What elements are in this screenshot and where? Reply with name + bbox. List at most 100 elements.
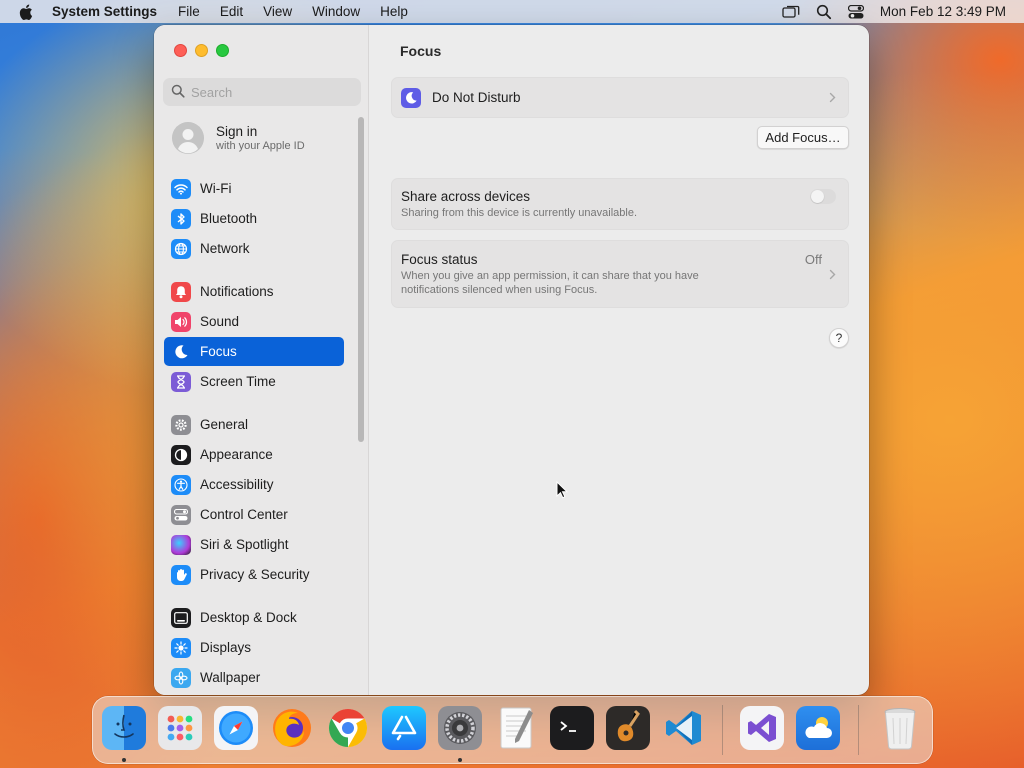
sidebar-item-label: Screen Time (200, 374, 276, 389)
appearance-icon (171, 444, 191, 465)
menu-view[interactable]: View (263, 4, 292, 19)
sidebar-item-label: Desktop & Dock (200, 610, 297, 625)
focus-status-value: Off (804, 252, 822, 267)
focus-status-subtitle-line2: notifications silenced when using Focus. (401, 284, 598, 296)
sidebar-item-label: Bluetooth (200, 211, 258, 226)
moon-icon (171, 342, 191, 362)
sidebar-item-label: General (200, 417, 249, 432)
app-store-icon[interactable] (382, 706, 426, 750)
control-center-icon (171, 504, 191, 525)
page-title: Focus (400, 43, 442, 59)
sidebar-item-accessibility[interactable]: Accessibility (164, 470, 344, 499)
close-window-button[interactable] (174, 44, 187, 57)
sidebar-item-sound[interactable]: Sound (164, 307, 344, 336)
sidebar-item-bluetooth[interactable]: Bluetooth (164, 204, 344, 233)
share-subtitle: Sharing from this device is currently un… (401, 207, 638, 219)
sidebar-item-wallpaper[interactable]: Wallpaper (164, 663, 344, 692)
apple-menu-icon[interactable] (19, 4, 35, 20)
spotlight-search-icon[interactable] (816, 4, 832, 20)
sidebar-item-label: Privacy & Security (200, 567, 310, 582)
launchpad-icon[interactable] (158, 706, 202, 750)
mouse-cursor-icon (556, 480, 569, 504)
moon-icon (401, 87, 421, 108)
sidebar-scrollbar[interactable] (358, 117, 364, 442)
signin-subtitle: with your Apple ID (216, 140, 305, 152)
vscode-icon[interactable] (662, 706, 706, 750)
running-indicator (122, 758, 126, 762)
share-across-devices-row: Share across devices Sharing from this d… (391, 178, 849, 230)
finder-icon[interactable] (102, 706, 146, 750)
sidebar-search[interactable] (163, 78, 361, 106)
do-not-disturb-row[interactable]: Do Not Disturb (391, 77, 849, 118)
dock-icon (171, 607, 191, 628)
sidebar-item-notifications[interactable]: Notifications (164, 277, 344, 306)
sidebar-item-label: Notifications (200, 284, 274, 299)
globe-icon (171, 238, 191, 259)
sidebar-item-siri-spotlight[interactable]: Siri & Spotlight (164, 530, 344, 559)
add-focus-button[interactable]: Add Focus… (757, 126, 849, 149)
system-settings-window: Sign in with your Apple ID Wi-Fi Bluetoo… (154, 25, 869, 695)
sidebar-item-label: Wi-Fi (200, 181, 232, 196)
firefox-icon[interactable] (270, 706, 314, 750)
visual-studio-icon[interactable] (740, 706, 784, 750)
textedit-icon[interactable] (494, 706, 538, 750)
safari-icon[interactable] (214, 706, 258, 750)
menu-file[interactable]: File (178, 4, 200, 19)
sidebar-item-label: Displays (200, 640, 252, 655)
flower-icon (171, 667, 191, 688)
gear-icon (171, 414, 191, 435)
screen-mirroring-icon[interactable] (782, 5, 800, 19)
help-button[interactable]: ? (829, 328, 849, 348)
siri-icon (171, 534, 191, 555)
focus-status-row[interactable]: Focus status When you give an app permis… (391, 240, 849, 308)
share-title: Share across devices (401, 189, 531, 204)
sidebar-item-control-center[interactable]: Control Center (164, 500, 344, 529)
apple-id-signin[interactable]: Sign in with your Apple ID (172, 122, 305, 154)
control-center-menubar-icon[interactable] (847, 4, 864, 19)
do-not-disturb-label: Do Not Disturb (432, 90, 521, 105)
chevron-right-icon (829, 267, 836, 283)
menu-edit[interactable]: Edit (220, 4, 243, 19)
search-input[interactable] (191, 84, 351, 100)
sidebar-item-network[interactable]: Network (164, 234, 344, 263)
signin-title: Sign in (216, 124, 258, 139)
sidebar-item-privacy-security[interactable]: Privacy & Security (164, 560, 344, 589)
focus-settings-pane: Focus Do Not Disturb Add Focus… Share ac… (370, 25, 869, 695)
sidebar-item-displays[interactable]: Displays (164, 633, 344, 662)
zoom-window-button[interactable] (216, 44, 229, 57)
minimize-window-button[interactable] (195, 44, 208, 57)
menubar-clock[interactable]: Mon Feb 12 3:49 PM (880, 4, 1006, 19)
dock-separator (722, 705, 723, 755)
sidebar-item-label: Wallpaper (200, 670, 261, 685)
sidebar-item-general[interactable]: General (164, 410, 344, 439)
sidebar-item-label: Sound (200, 314, 240, 329)
sidebar-item-label: Network (200, 241, 250, 256)
sidebar-item-screen-time[interactable]: Screen Time (164, 367, 344, 396)
garageband-icon[interactable] (606, 706, 650, 750)
chrome-icon[interactable] (326, 706, 370, 750)
hand-icon (171, 564, 191, 585)
hourglass-icon (171, 371, 191, 392)
sidebar-item-appearance[interactable]: Appearance (164, 440, 344, 469)
bluetooth-icon (171, 208, 191, 229)
menu-window[interactable]: Window (312, 4, 360, 19)
sidebar-item-wifi[interactable]: Wi-Fi (164, 174, 344, 203)
running-indicator (458, 758, 462, 762)
sidebar-item-label: Siri & Spotlight (200, 537, 289, 552)
focus-status-subtitle: When you give an app permission, it can … (401, 269, 848, 297)
terminal-icon[interactable] (550, 706, 594, 750)
focus-status-title: Focus status (401, 252, 478, 267)
weather-icon[interactable] (796, 706, 840, 750)
trash-icon[interactable] (878, 706, 922, 750)
avatar (172, 122, 204, 154)
menu-help[interactable]: Help (380, 4, 408, 19)
sidebar-item-desktop-dock[interactable]: Desktop & Dock (164, 603, 344, 632)
sidebar: Sign in with your Apple ID Wi-Fi Bluetoo… (154, 25, 369, 695)
sidebar-item-label: Appearance (200, 447, 273, 462)
sidebar-item-focus[interactable]: Focus (164, 337, 344, 366)
share-across-devices-toggle[interactable] (810, 189, 836, 204)
app-name-menu[interactable]: System Settings (52, 4, 157, 19)
bell-icon (171, 281, 191, 302)
search-icon (171, 84, 185, 101)
system-settings-icon[interactable] (438, 706, 482, 750)
